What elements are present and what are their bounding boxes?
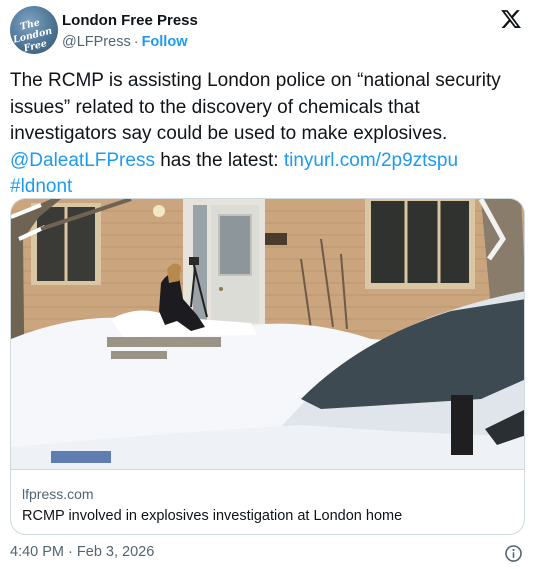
hashtag-link[interactable]: #ldnont (10, 176, 72, 197)
tweet-text-body: The RCMP is assisting London police on “… (10, 70, 501, 144)
mention-link[interactable]: @DaleatLFPress (10, 150, 155, 171)
post-time: 4:40 PM (10, 544, 64, 560)
info-icon[interactable] (504, 544, 523, 563)
card-domain: lfpress.com (22, 486, 94, 502)
x-logo-icon[interactable] (500, 8, 522, 30)
display-name[interactable]: London Free Press (62, 12, 198, 29)
handle[interactable]: @LFPress (62, 34, 131, 50)
url-link[interactable]: tinyurl.com/2p9ztspu (284, 150, 458, 171)
timestamp[interactable]: 4:40 PM · Feb 3, 2026 (10, 544, 154, 560)
meta-separator: · (68, 544, 73, 560)
card-title: RCMP involved in explosives investigatio… (22, 508, 403, 524)
avatar-logo-text: The London Free Press (12, 17, 54, 54)
follow-button[interactable]: Follow (142, 34, 188, 50)
separator: · (133, 34, 139, 50)
card-footer[interactable]: lfpress.com RCMP involved in explosives … (11, 469, 524, 534)
avatar[interactable]: The London Free Press (10, 6, 58, 54)
tweet-text-continued: has the latest: (154, 149, 284, 171)
handle-row: @LFPress · Follow (62, 34, 187, 50)
post-date: Feb 3, 2026 (76, 544, 155, 560)
card-image[interactable] (11, 199, 525, 469)
link-card[interactable]: lfpress.com RCMP involved in explosives … (10, 198, 525, 535)
tweet: The London Free Press London Free Press … (0, 0, 540, 569)
tweet-header: The London Free Press London Free Press … (10, 6, 530, 56)
tweet-text: The RCMP is assisting London police on “… (10, 68, 530, 201)
